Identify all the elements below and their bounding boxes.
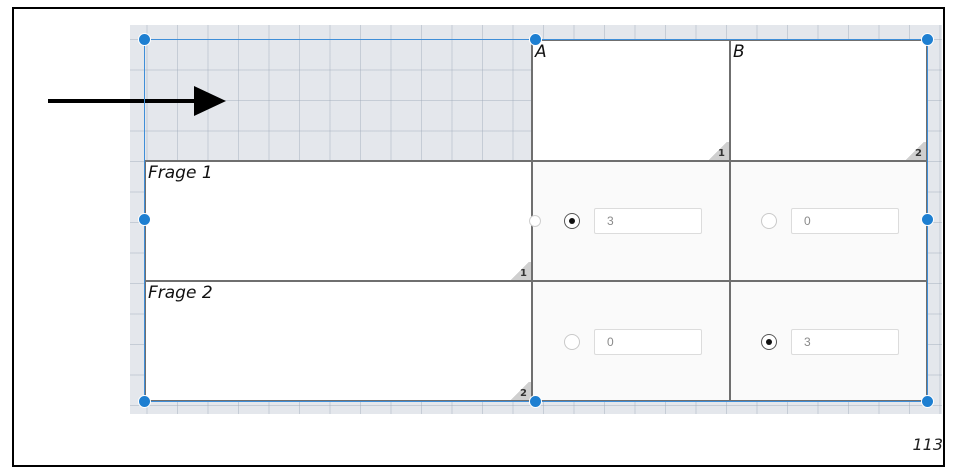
resize-corner[interactable]: 2 (904, 142, 926, 160)
row-title: Frage 1 (148, 163, 213, 183)
arrow-right-icon (48, 86, 226, 116)
row-header-frage-1[interactable]: Frage 1 1 (144, 160, 533, 282)
column-header-b[interactable]: B 2 (729, 39, 928, 162)
resize-handle-bottom-right[interactable] (921, 395, 934, 408)
resize-handle-middle-right[interactable] (921, 213, 934, 226)
column-header-a[interactable]: A 1 (531, 39, 731, 162)
column-index: 2 (915, 148, 922, 159)
answer-cell-r1-a[interactable]: 3 (531, 160, 731, 282)
answer-cell-r1-b[interactable]: 0 (729, 160, 928, 282)
score-input[interactable]: 0 (791, 208, 899, 234)
score-input[interactable]: 0 (594, 329, 702, 355)
answer-cell-r2-a[interactable]: 0 (531, 280, 731, 402)
row-title: Frage 2 (148, 283, 213, 303)
resize-handle-top-right[interactable] (921, 33, 934, 46)
radio-button[interactable] (761, 334, 777, 350)
radio-button[interactable] (564, 334, 580, 350)
resize-handle-middle-left[interactable] (138, 213, 151, 226)
radio-button[interactable] (761, 213, 777, 229)
score-input[interactable]: 3 (594, 208, 702, 234)
column-title: B (733, 42, 745, 62)
page-number: 113 (912, 435, 943, 454)
score-input[interactable]: 3 (791, 329, 899, 355)
resize-handle-bottom-left[interactable] (138, 395, 151, 408)
resize-corner[interactable]: 1 (707, 142, 729, 160)
radio-button[interactable] (564, 213, 580, 229)
resize-handle-top-left[interactable] (138, 33, 151, 46)
answer-cell-r2-b[interactable]: 3 (729, 280, 928, 402)
row-header-frage-2[interactable]: Frage 2 2 (144, 280, 533, 402)
resize-corner[interactable]: 1 (509, 262, 531, 280)
resize-handle-top-middle[interactable] (529, 33, 542, 46)
row-index: 1 (520, 268, 527, 279)
row-index: 2 (520, 388, 527, 399)
column-index: 1 (718, 148, 725, 159)
connector-circle[interactable] (529, 215, 541, 227)
resize-handle-bottom-middle[interactable] (529, 395, 542, 408)
resize-corner[interactable]: 2 (509, 382, 531, 400)
